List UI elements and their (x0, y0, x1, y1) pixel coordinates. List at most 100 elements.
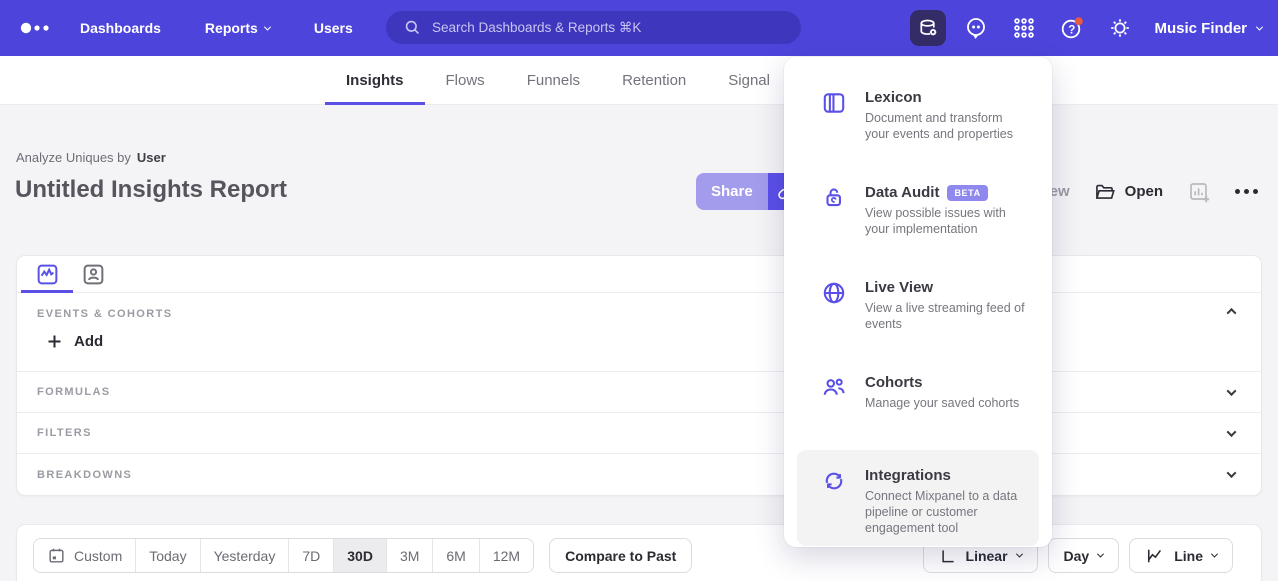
menu-item-description: View possible issues with your implement… (865, 205, 1029, 237)
open-report-button[interactable]: Open (1094, 181, 1163, 203)
topbar-icon-group: ? (910, 10, 1138, 46)
range-7d[interactable]: 7D (289, 539, 334, 572)
section-filters-header[interactable]: FILTERS (17, 413, 1261, 453)
menu-item-lexicon[interactable]: Lexicon Document and transform your even… (797, 75, 1039, 170)
section-formulas: FORMULAS (17, 372, 1261, 413)
nav-reports-label: Reports (205, 20, 258, 36)
help-button[interactable]: ? (1054, 10, 1090, 46)
more-options-button[interactable] (1235, 189, 1258, 194)
range-custom-label: Custom (74, 548, 122, 564)
project-name: Music Finder (1154, 20, 1247, 37)
nav-users-label: Users (314, 20, 353, 36)
section-events-cohorts: EVENTS & COHORTS Add (17, 293, 1261, 372)
chart-type-label: Line (1174, 548, 1203, 564)
compare-to-past-button[interactable]: Compare to Past (549, 538, 692, 573)
analyze-entity[interactable]: User (137, 150, 166, 165)
menu-item-live-view[interactable]: Live View View a live streaming feed of … (797, 265, 1039, 360)
tab-users-view[interactable] (80, 259, 106, 289)
range-today[interactable]: Today (136, 539, 200, 572)
tab-signal[interactable]: Signal (707, 56, 791, 105)
lexicon-icon (821, 89, 847, 160)
section-formulas-header[interactable]: FORMULAS (17, 372, 1261, 412)
menu-item-description: Manage your saved cohorts (865, 395, 1029, 411)
chevron-down-icon (1015, 551, 1022, 558)
menu-item-text: Live View View a live streaming feed of … (865, 279, 1029, 350)
ellipsis-icon (1235, 189, 1258, 194)
range-6m[interactable]: 6M (433, 539, 479, 572)
feedback-button[interactable] (958, 10, 994, 46)
chevron-down-icon (1256, 23, 1263, 30)
menu-item-title: Data Audit (865, 184, 939, 201)
menu-item-integrations[interactable]: Integrations Connect Mixpanel to a data … (797, 450, 1039, 546)
menu-item-title: Live View (865, 279, 933, 296)
nav-users[interactable]: Users (314, 20, 353, 36)
data-management-icon (917, 17, 940, 40)
data-management-button[interactable] (910, 10, 946, 46)
report-actions: New Open (1039, 173, 1258, 210)
top-navigation-bar: Dashboards Reports Users (0, 0, 1278, 56)
menu-item-text: Lexicon Document and transform your even… (865, 89, 1029, 160)
pulse-chart-icon (35, 262, 60, 287)
svg-text:?: ? (1068, 24, 1075, 36)
feedback-icon (964, 16, 988, 40)
tab-insights[interactable]: Insights (325, 56, 425, 105)
axis-icon (939, 547, 957, 565)
chevron-down-icon (1097, 551, 1104, 558)
report-title[interactable]: Untitled Insights Report (15, 176, 287, 204)
line-chart-icon (1145, 546, 1165, 566)
menu-item-text: Data Audit BETA View possible issues wit… (865, 184, 1029, 255)
chevron-down-icon (1227, 468, 1237, 478)
menu-item-data-audit[interactable]: Data Audit BETA View possible issues wit… (797, 170, 1039, 265)
range-12m[interactable]: 12M (480, 539, 533, 572)
menu-item-title: Cohorts (865, 374, 923, 391)
range-custom[interactable]: Custom (34, 539, 136, 572)
tab-events-view[interactable] (34, 259, 60, 289)
nav-dashboards[interactable]: Dashboards (80, 20, 161, 36)
beta-badge: BETA (947, 185, 987, 201)
project-switcher[interactable]: Music Finder (1154, 0, 1262, 56)
data-audit-icon (821, 184, 847, 255)
add-event-button[interactable]: Add (47, 333, 103, 350)
menu-item-text: Integrations Connect Mixpanel to a data … (865, 467, 1029, 536)
chevron-down-icon (264, 23, 271, 30)
settings-icon (1108, 16, 1132, 40)
analyze-subtitle: Analyze Uniques byUser (16, 150, 166, 165)
apps-grid-button[interactable] (1006, 10, 1042, 46)
range-30d[interactable]: 30D (334, 539, 387, 572)
chevron-up-icon (1227, 308, 1237, 318)
chart-type-dropdown[interactable]: Line (1129, 538, 1233, 573)
section-events-label: EVENTS & COHORTS (37, 308, 172, 320)
section-events-header[interactable]: EVENTS & COHORTS (17, 293, 1261, 320)
range-3m[interactable]: 3M (387, 539, 433, 572)
nav-dashboards-label: Dashboards (80, 20, 161, 36)
chart-toolbar: Custom Today Yesterday 7D 30D 3M 6M 12M … (16, 524, 1262, 581)
plus-icon (47, 334, 62, 349)
menu-item-description: Document and transform your events and p… (865, 110, 1029, 142)
add-label: Add (74, 333, 103, 350)
section-breakdowns-header[interactable]: BREAKDOWNS (17, 454, 1261, 495)
range-yesterday[interactable]: Yesterday (201, 539, 290, 572)
calendar-icon (47, 546, 66, 565)
menu-item-cohorts[interactable]: Cohorts Manage your saved cohorts (797, 360, 1039, 450)
tab-funnels[interactable]: Funnels (506, 56, 601, 105)
section-formulas-label: FORMULAS (37, 386, 111, 398)
settings-button[interactable] (1102, 10, 1138, 46)
date-range-segmented-control: Custom Today Yesterday 7D 30D 3M 6M 12M (33, 538, 534, 573)
nav-reports[interactable]: Reports (205, 20, 270, 36)
share-button[interactable]: Share (696, 173, 768, 210)
mixpanel-logo-icon[interactable] (20, 22, 60, 34)
folder-open-icon (1094, 181, 1116, 203)
tab-flows[interactable]: Flows (425, 56, 506, 105)
report-type-tabbar: Insights Flows Funnels Retention Signal … (0, 56, 1278, 105)
live-view-icon (821, 279, 847, 350)
menu-item-title: Integrations (865, 467, 951, 484)
search-input[interactable] (386, 11, 801, 44)
open-label: Open (1125, 183, 1163, 200)
menu-item-description: Connect Mixpanel to a data pipeline or c… (865, 488, 1029, 536)
global-search[interactable] (386, 11, 801, 44)
add-chart-icon (1187, 180, 1211, 204)
add-to-dashboard-button[interactable] (1187, 180, 1211, 204)
interval-dropdown[interactable]: Day (1048, 538, 1120, 573)
tab-retention[interactable]: Retention (601, 56, 707, 105)
section-breakdowns-label: BREAKDOWNS (37, 469, 132, 481)
